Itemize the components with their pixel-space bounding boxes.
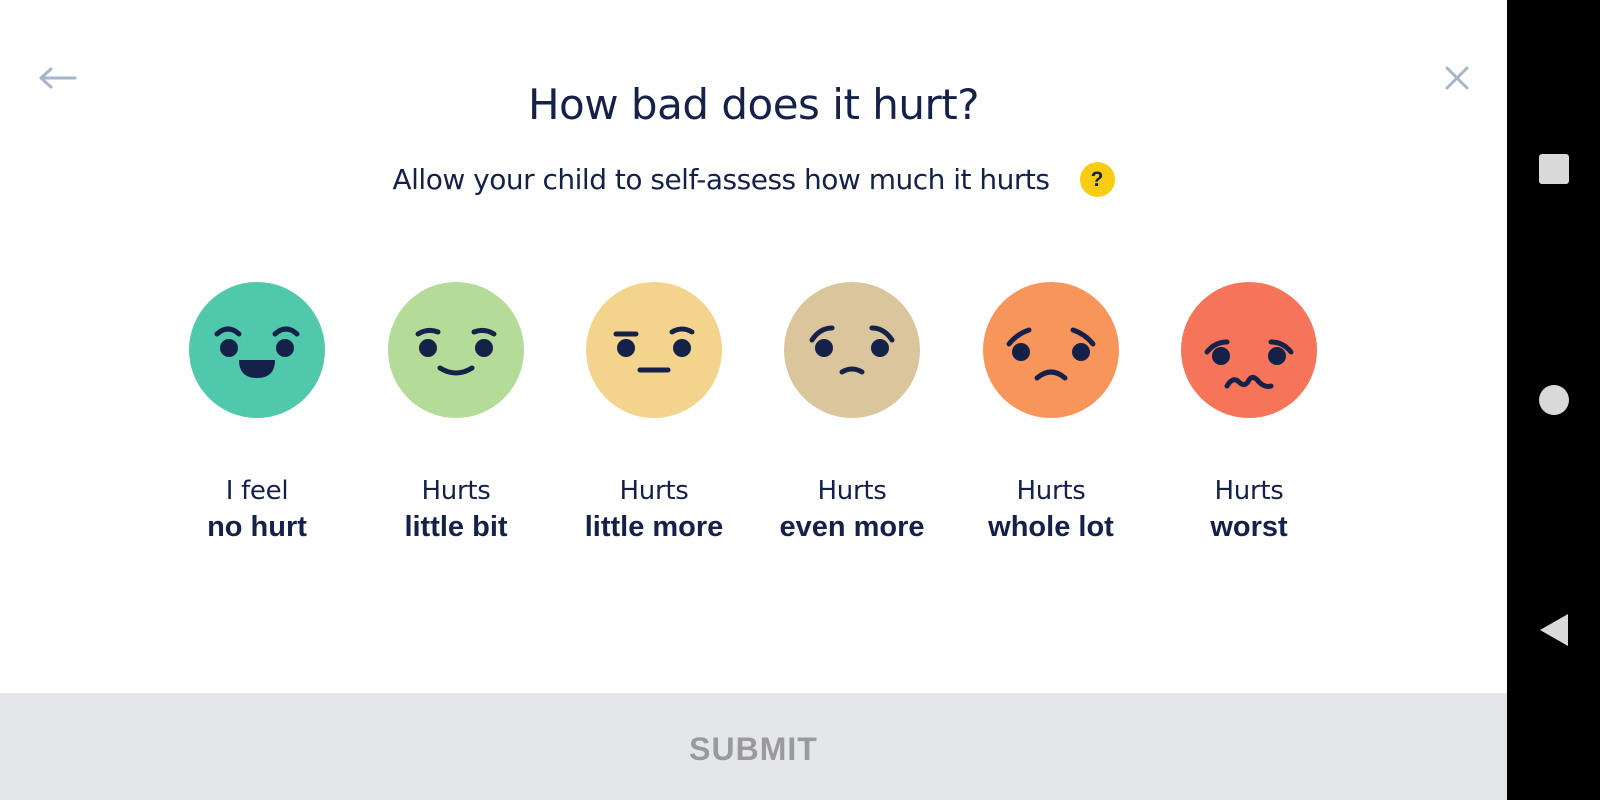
help-button[interactable]: ? [1079, 162, 1115, 197]
subtitle-row: Allow your child to self-assess how much… [0, 162, 1507, 197]
face-circle [1181, 282, 1317, 418]
triangle-back-icon [1539, 614, 1568, 646]
face-label-bottom: little more [584, 511, 724, 543]
pain-scale-screen: How bad does it hurt? Allow your child t… [0, 0, 1507, 800]
square-icon [1538, 154, 1569, 184]
question-mark-icon: ? [1090, 167, 1104, 191]
face-circle [983, 282, 1119, 418]
circle-icon [1538, 385, 1569, 415]
face-circle [189, 282, 325, 418]
face-circle [586, 282, 722, 418]
home-button[interactable] [1507, 370, 1600, 430]
face-option-even-more[interactable]: Hurts even more [767, 282, 937, 552]
page-title: How bad does it hurt? [527, 80, 980, 129]
face-label-top: Hurts [1016, 476, 1086, 506]
face-label-bottom: even more [779, 511, 925, 543]
face-circle [784, 282, 920, 418]
face-label-bottom: worst [1210, 511, 1288, 543]
face-little-bit-icon [388, 282, 524, 418]
back-nav-button[interactable] [1507, 600, 1600, 660]
face-label-bottom: little bit [404, 511, 508, 543]
face-label-bottom: whole lot [988, 511, 1114, 543]
face-label-top: Hurts [817, 476, 887, 506]
system-navigation-bar [1507, 0, 1600, 800]
face-little-more-icon [586, 282, 722, 418]
face-option-little-more[interactable]: Hurts little more [569, 282, 739, 552]
face-label-top: Hurts [421, 476, 491, 506]
recents-button[interactable] [1507, 139, 1600, 199]
pain-face-options: I feel no hurt Hurts little bit Hurts li… [0, 282, 1507, 562]
face-whole-lot-icon [983, 282, 1119, 418]
face-even-more-icon [784, 282, 920, 418]
face-option-whole-lot[interactable]: Hurts whole lot [966, 282, 1136, 552]
submit-label: SUBMIT [689, 731, 818, 767]
face-label-bottom: no hurt [207, 511, 307, 543]
face-label-top: I feel [225, 476, 289, 506]
face-option-worst[interactable]: Hurts worst [1164, 282, 1334, 552]
face-no-hurt-icon [189, 282, 325, 418]
submit-button[interactable]: SUBMIT [0, 693, 1507, 800]
face-option-no-hurt[interactable]: I feel no hurt [172, 282, 342, 552]
face-worst-icon [1181, 282, 1317, 418]
face-label-top: Hurts [1214, 476, 1284, 506]
subtitle: Allow your child to self-assess how much… [392, 163, 1050, 196]
face-label-top: Hurts [619, 476, 689, 506]
face-option-little-bit[interactable]: Hurts little bit [371, 282, 541, 552]
face-circle [388, 282, 524, 418]
